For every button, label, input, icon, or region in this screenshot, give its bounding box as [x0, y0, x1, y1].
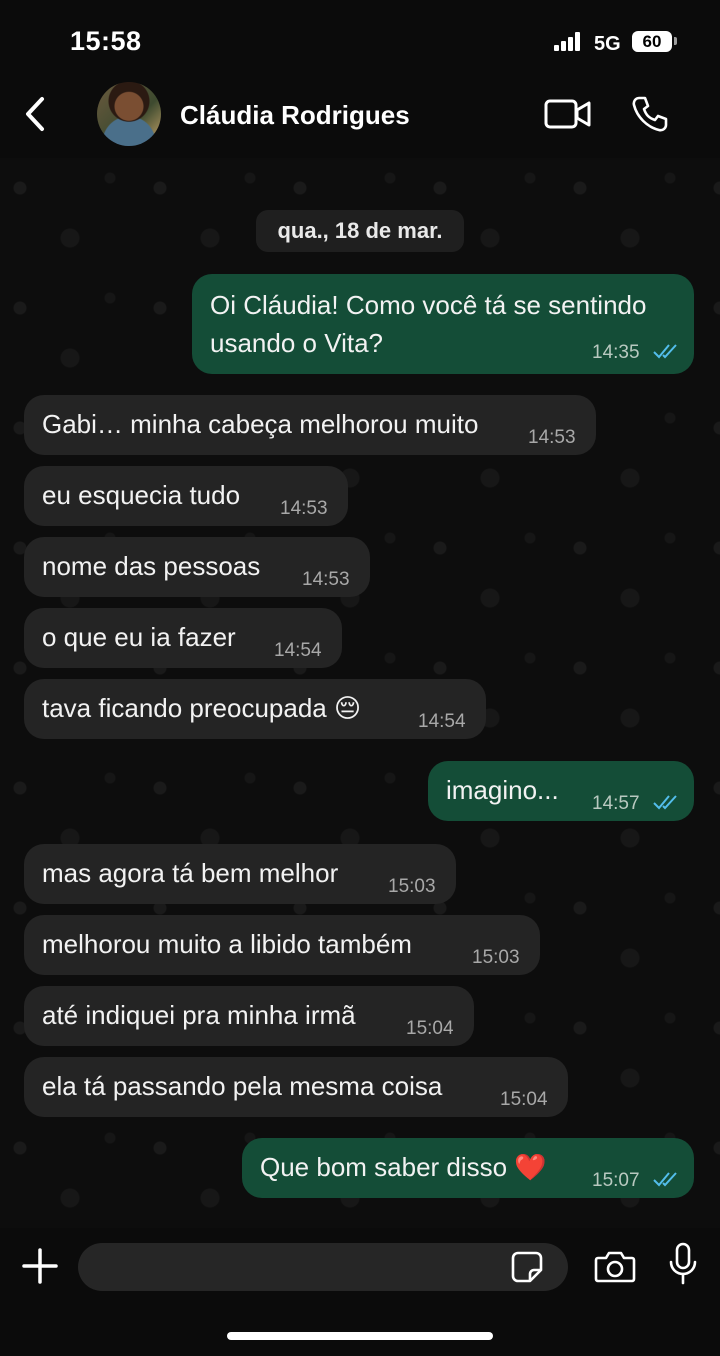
message-outgoing[interactable]: Oi Cláudia! Como você tá se sentindo usa… [192, 274, 694, 374]
video-call-icon[interactable] [544, 98, 592, 130]
contact-avatar[interactable] [97, 82, 161, 146]
microphone-icon[interactable] [668, 1242, 698, 1286]
battery-tip [674, 37, 677, 45]
home-indicator [227, 1332, 493, 1340]
plus-icon[interactable] [20, 1246, 60, 1286]
message-time: 14:35 [592, 342, 640, 363]
status-time: 15:58 [70, 26, 142, 56]
signal-icon [554, 31, 580, 51]
message-time: 15:04 [406, 1018, 454, 1039]
battery-icon: 60 [632, 31, 672, 52]
message-text: Gabi… minha cabeça melhorou muito [42, 409, 479, 439]
date-separator: qua., 18 de mar. [256, 210, 464, 252]
message-text: Que bom saber disso ❤️ [260, 1152, 547, 1182]
message-text: mas agora tá bem melhor [42, 858, 339, 888]
message-input[interactable] [78, 1243, 568, 1291]
message-composer [0, 1228, 720, 1356]
message-text: ela tá passando pela mesma coisa [42, 1071, 443, 1101]
message-time: 14:53 [280, 498, 328, 519]
read-ticks-icon [653, 795, 677, 810]
message-incoming[interactable]: até indiquei pra minha irmã 15:04 [24, 986, 474, 1046]
phone-call-icon[interactable] [630, 94, 670, 134]
status-bar: 15:58 5G 60 [0, 0, 720, 80]
message-time: 14:57 [592, 793, 640, 814]
message-time: 14:53 [302, 569, 350, 590]
message-outgoing[interactable]: imagino... 14:57 [428, 761, 694, 821]
chat-area[interactable]: qua., 18 de mar. Oi Cláudia! Como você t… [0, 158, 720, 1228]
read-ticks-icon [653, 1172, 677, 1187]
back-arrow-icon[interactable] [20, 94, 52, 134]
message-text-line: Oi Cláudia! Como você tá se sentindo [210, 290, 647, 320]
message-text: nome das pessoas [42, 551, 261, 581]
contact-name[interactable]: Cláudia Rodrigues [180, 100, 410, 131]
sticker-icon[interactable] [510, 1250, 544, 1284]
message-text: melhorou muito a libido também [42, 929, 412, 959]
network-type: 5G [594, 33, 621, 55]
message-time: 14:54 [418, 711, 466, 732]
read-ticks-icon [653, 344, 677, 359]
message-text: imagino... [446, 775, 559, 805]
message-incoming[interactable]: melhorou muito a libido também 15:03 [24, 915, 540, 975]
message-text: eu esquecia tudo [42, 480, 241, 510]
message-time: 15:04 [500, 1089, 548, 1110]
message-text: tava ficando preocupada 😔 [42, 693, 362, 723]
message-incoming[interactable]: ela tá passando pela mesma coisa 15:04 [24, 1057, 568, 1117]
message-incoming[interactable]: nome das pessoas 14:53 [24, 537, 370, 597]
message-text: até indiquei pra minha irmã [42, 1000, 356, 1030]
message-time: 15:03 [472, 947, 520, 968]
message-text: o que eu ia fazer [42, 622, 236, 652]
message-time: 14:53 [528, 427, 576, 448]
message-text-line: usando o Vita? [210, 328, 383, 358]
message-time: 14:54 [274, 640, 322, 661]
message-time: 15:03 [388, 876, 436, 897]
message-time: 15:07 [592, 1170, 640, 1191]
camera-icon[interactable] [594, 1248, 636, 1284]
message-incoming[interactable]: o que eu ia fazer 14:54 [24, 608, 342, 668]
message-incoming[interactable]: mas agora tá bem melhor 15:03 [24, 844, 456, 904]
message-incoming[interactable]: tava ficando preocupada 😔 14:54 [24, 679, 486, 739]
message-incoming[interactable]: Gabi… minha cabeça melhorou muito 14:53 [24, 395, 596, 455]
message-outgoing[interactable]: Que bom saber disso ❤️ 15:07 [242, 1138, 694, 1198]
message-incoming[interactable]: eu esquecia tudo 14:53 [24, 466, 348, 526]
chat-header: Cláudia Rodrigues [0, 80, 720, 158]
